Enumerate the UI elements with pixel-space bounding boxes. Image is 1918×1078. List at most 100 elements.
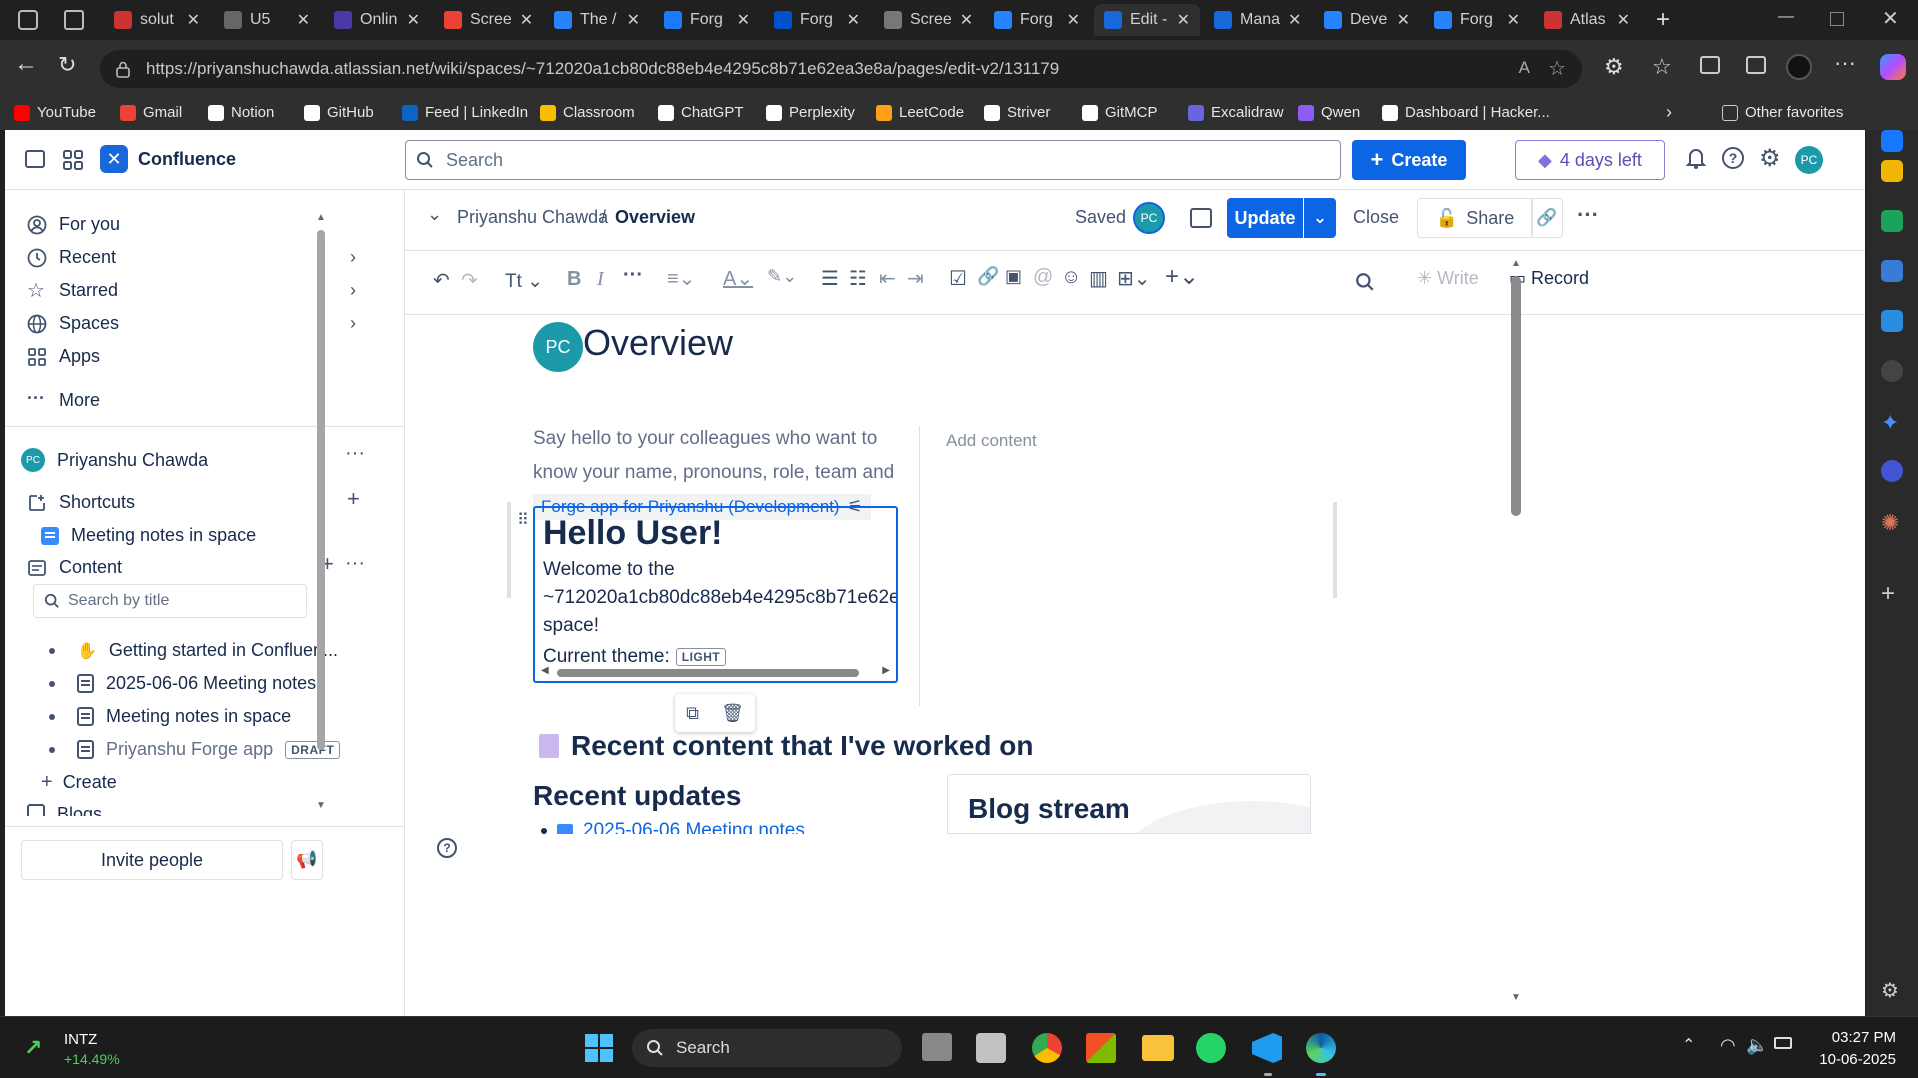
more-formatting-icon[interactable]: ··· — [623, 264, 643, 287]
stock-trend-icon[interactable]: ↗ — [24, 1035, 42, 1061]
refresh-icon[interactable]: ↻ — [58, 52, 76, 78]
tab-actions-icon[interactable] — [64, 10, 84, 30]
add-shortcut-icon[interactable]: + — [347, 486, 360, 512]
profile-icon[interactable] — [1786, 54, 1812, 80]
link-icon[interactable]: 🔗 — [977, 266, 999, 287]
browser-tab[interactable]: Forg ✕ — [764, 4, 870, 36]
insert-icon[interactable]: +⌄ — [1165, 262, 1199, 291]
record-button[interactable]: ▭ Record — [1509, 268, 1589, 289]
bookmark-item[interactable]: GitMCP — [1082, 104, 1158, 121]
scroll-left-icon[interactable]: ◀ — [541, 665, 549, 676]
recent-content-heading[interactable]: Recent content that I've worked on — [539, 730, 1034, 762]
breadcrumb-parent[interactable]: Priyanshu Chawda — [457, 207, 608, 228]
browser-tab[interactable]: Deve ✕ — [1314, 4, 1420, 36]
sidebar-app-icon[interactable] — [1881, 460, 1903, 482]
sidebar-item-content[interactable]: Content — [27, 557, 122, 578]
bookmark-item[interactable]: GitHub — [304, 104, 374, 121]
close-window-icon[interactable]: ✕ — [1882, 6, 1899, 31]
feedback-button[interactable]: 📢 — [291, 840, 323, 880]
forge-macro-frame[interactable]: Hello User! Welcome to the ~712020a1cb80… — [533, 506, 898, 683]
align-left-icon[interactable]: ≡⌄ — [667, 266, 695, 291]
chevron-down-icon[interactable]: ⌄ — [427, 204, 442, 225]
space-more-icon[interactable]: ··· — [345, 442, 365, 465]
confluence-logo[interactable]: ✕ Confluence — [100, 145, 236, 173]
notifications-icon[interactable] — [1685, 146, 1707, 170]
browser-tab[interactable]: solut ✕ — [104, 4, 210, 36]
bookmark-item[interactable]: Perplexity — [766, 104, 855, 121]
search-by-title-input[interactable]: Search by title — [33, 584, 307, 618]
browser-tab[interactable]: Edit - ✕ — [1094, 4, 1200, 36]
sidebar-toggle-icon[interactable] — [25, 150, 45, 168]
minimize-icon[interactable]: — — [1778, 8, 1794, 26]
sidebar-item-more[interactable]: ··· More — [27, 389, 100, 411]
chevron-right-icon[interactable]: › — [350, 247, 356, 268]
edge-icon[interactable] — [1306, 1033, 1336, 1063]
create-button[interactable]: + Create — [1352, 140, 1466, 180]
tab-close-icon[interactable]: ✕ — [187, 10, 200, 30]
mention-icon[interactable]: @ — [1033, 266, 1053, 289]
numbered-list-icon[interactable]: ☷ — [849, 266, 867, 291]
space-header[interactable]: PC Priyanshu Chawda — [21, 448, 208, 472]
bookmark-item[interactable]: Classroom — [540, 104, 635, 121]
bookmark-item[interactable]: Excalidraw — [1188, 104, 1284, 121]
bookmark-item[interactable]: Feed | LinkedIn — [402, 104, 528, 121]
volume-icon[interactable]: 🔈 — [1746, 1035, 1768, 1056]
clock-date[interactable]: 10-06-2025 — [1816, 1051, 1896, 1068]
sidebar-app-icon[interactable] — [1881, 160, 1903, 182]
tree-item[interactable]: Priyanshu Forge app DRAFT — [49, 739, 341, 760]
bookmark-item[interactable]: ChatGPT — [658, 104, 744, 121]
editor-scrollbar[interactable] — [1511, 276, 1521, 516]
sidebar-item-shortcuts[interactable]: Shortcuts — [27, 492, 135, 513]
bookmark-item[interactable]: Dashboard | Hacker... — [1382, 104, 1550, 121]
copy-icon[interactable]: ⧉ — [686, 703, 699, 724]
sidebar-app-icon[interactable] — [1881, 260, 1903, 282]
clock-time[interactable]: 03:27 PM — [1816, 1029, 1896, 1046]
search-input[interactable]: Search — [405, 140, 1341, 180]
chrome-icon[interactable] — [1032, 1033, 1062, 1063]
help-icon[interactable]: ? — [1722, 147, 1744, 169]
bold-icon[interactable]: B — [567, 268, 581, 291]
breadcrumb-current[interactable]: Overview — [615, 207, 695, 228]
recent-updates-item[interactable]: 2025-06-06 Meeting notes — [541, 820, 805, 834]
add-sidebar-app-icon[interactable]: + — [1881, 580, 1903, 607]
sidebar-item-apps[interactable]: Apps — [27, 346, 100, 367]
layouts-icon[interactable]: ▥ — [1089, 266, 1108, 291]
extensions-icon[interactable]: ⚙ — [1604, 54, 1624, 80]
content-more-icon[interactable]: ··· — [345, 552, 365, 575]
scroll-down-icon[interactable]: ▼ — [1511, 992, 1521, 1003]
browser-tab[interactable]: Onlin ✕ — [324, 4, 430, 36]
start-icon[interactable] — [584, 1033, 614, 1063]
checkbox-icon[interactable]: ☑ — [949, 266, 967, 291]
text-color-icon[interactable]: A⌄ — [723, 266, 753, 291]
vscode-icon[interactable] — [1252, 1033, 1282, 1063]
maximize-icon[interactable] — [1830, 12, 1844, 26]
settings-icon[interactable]: ⚙ — [1759, 144, 1781, 173]
update-button[interactable]: Update — [1227, 198, 1303, 238]
scroll-thumb[interactable] — [557, 669, 859, 677]
shortcut-item[interactable]: Meeting notes in space — [41, 525, 256, 546]
more-menu-icon[interactable]: ··· — [1834, 50, 1856, 76]
snipping-tool-icon[interactable] — [976, 1033, 1006, 1063]
undo-icon[interactable]: ↶ — [433, 268, 450, 293]
tab-close-icon[interactable]: ✕ — [1507, 10, 1520, 30]
sidebar-settings-icon[interactable]: ⚙ — [1881, 978, 1903, 1002]
file-explorer-icon[interactable] — [1142, 1035, 1174, 1061]
redo-icon[interactable]: ↷ — [461, 268, 478, 293]
sidebar-item-spaces[interactable]: Spaces — [27, 313, 119, 334]
sidebar-app-icon[interactable] — [1881, 210, 1903, 232]
bullet-list-icon[interactable]: ☰ — [821, 266, 839, 291]
favorites-icon[interactable]: ☆ — [1652, 54, 1672, 80]
tab-close-icon[interactable]: ✕ — [1288, 10, 1301, 30]
invite-people-button[interactable]: Invite people — [21, 840, 283, 880]
store-icon[interactable] — [1086, 1033, 1116, 1063]
favorite-star-icon[interactable]: ☆ — [1548, 56, 1566, 81]
gemini-icon[interactable]: ✦ — [1881, 410, 1903, 435]
scroll-up-icon[interactable]: ▲ — [1511, 258, 1521, 269]
text-style-dropdown[interactable]: Tt ⌄ — [505, 270, 543, 293]
scroll-up-icon[interactable]: ▲ — [316, 212, 326, 223]
page-title[interactable]: Overview — [583, 322, 733, 364]
url-field[interactable]: https://priyanshuchawda.atlassian.net/wi… — [100, 50, 1582, 88]
write-button[interactable]: ✳ Write — [1417, 268, 1479, 289]
trial-button[interactable]: ◆ 4 days left — [1515, 140, 1665, 180]
recent-updates-heading[interactable]: Recent updates — [533, 780, 742, 812]
